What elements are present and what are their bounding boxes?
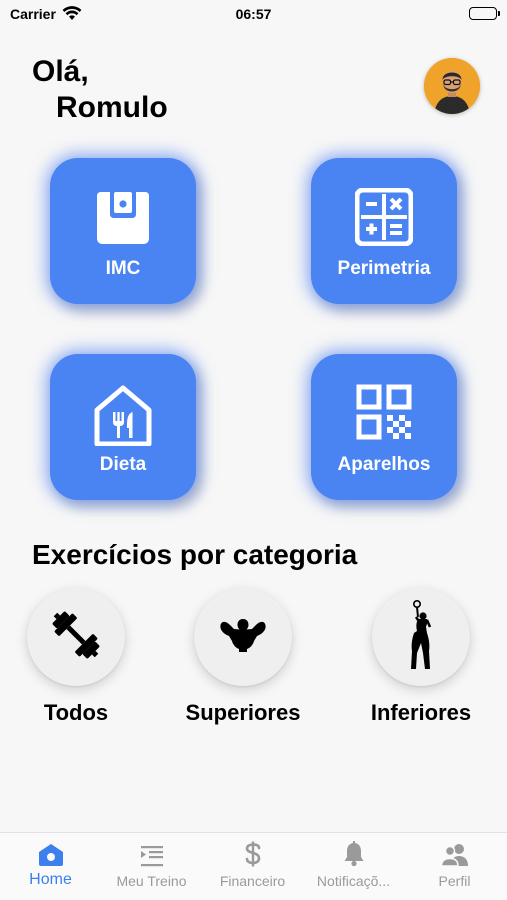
- greeting-name: Romulo: [56, 91, 168, 124]
- list-indent-icon: [101, 833, 202, 869]
- category-todos[interactable]: Todos: [0, 588, 166, 726]
- tab-perfil[interactable]: Perfil: [404, 833, 505, 900]
- category-inferiores-label: Inferiores: [370, 700, 472, 725]
- dieta-button[interactable]: Dieta: [50, 354, 196, 500]
- dieta-label: Dieta: [99, 454, 147, 475]
- tab-bar: Home Meu Treino Financeiro Notificaçõ...…: [0, 832, 507, 900]
- calculator-icon: [311, 188, 457, 246]
- tab-financeiro[interactable]: Financeiro: [202, 833, 303, 900]
- imc-label: IMC: [105, 258, 141, 279]
- category-superiores-label: Superiores: [185, 700, 301, 725]
- users-icon: [404, 833, 505, 869]
- category-superiores[interactable]: Superiores: [153, 588, 333, 726]
- category-inferiores-circle[interactable]: [372, 588, 470, 686]
- categories-title: Exercícios por categoria: [32, 539, 358, 570]
- barbell-icon: [46, 605, 106, 670]
- greeting: Olá, Romulo: [32, 54, 168, 126]
- upper-body-icon: [219, 617, 267, 658]
- restaurant-icon: [50, 384, 196, 446]
- tab-meu-treino[interactable]: Meu Treino: [101, 833, 202, 900]
- aparelhos-label: Aparelhos: [337, 454, 431, 475]
- perimetria-label: Perimetria: [337, 258, 431, 279]
- bell-icon: [303, 833, 404, 869]
- tab-financeiro-label: Financeiro: [219, 873, 286, 889]
- tab-meu-treino-label: Meu Treino: [116, 873, 187, 889]
- battery-icon: [469, 7, 500, 20]
- greeting-hello: Olá,: [32, 55, 89, 88]
- tab-perfil-label: Perfil: [438, 873, 471, 889]
- tab-notificacoes[interactable]: Notificaçõ...: [303, 833, 404, 900]
- aparelhos-button[interactable]: Aparelhos: [311, 354, 457, 500]
- dollar-icon: [202, 833, 303, 869]
- scale-icon: [50, 188, 196, 246]
- qr-code-icon: [311, 384, 457, 440]
- perimetria-button[interactable]: Perimetria: [311, 158, 457, 304]
- avatar[interactable]: [424, 58, 480, 114]
- category-todos-circle[interactable]: [27, 588, 125, 686]
- category-todos-label: Todos: [43, 700, 109, 725]
- home-icon: [0, 833, 101, 869]
- tab-notificacoes-label: Notificaçõ...: [316, 873, 391, 889]
- tab-home-label: Home: [29, 871, 72, 888]
- clock: 06:57: [235, 6, 272, 22]
- category-superiores-circle[interactable]: [194, 588, 292, 686]
- status-bar: Carrier 06:57: [0, 0, 507, 28]
- category-inferiores[interactable]: Inferiores: [331, 588, 507, 726]
- imc-button[interactable]: IMC: [50, 158, 196, 304]
- lower-body-icon: [404, 599, 438, 676]
- tab-home[interactable]: Home: [0, 833, 101, 900]
